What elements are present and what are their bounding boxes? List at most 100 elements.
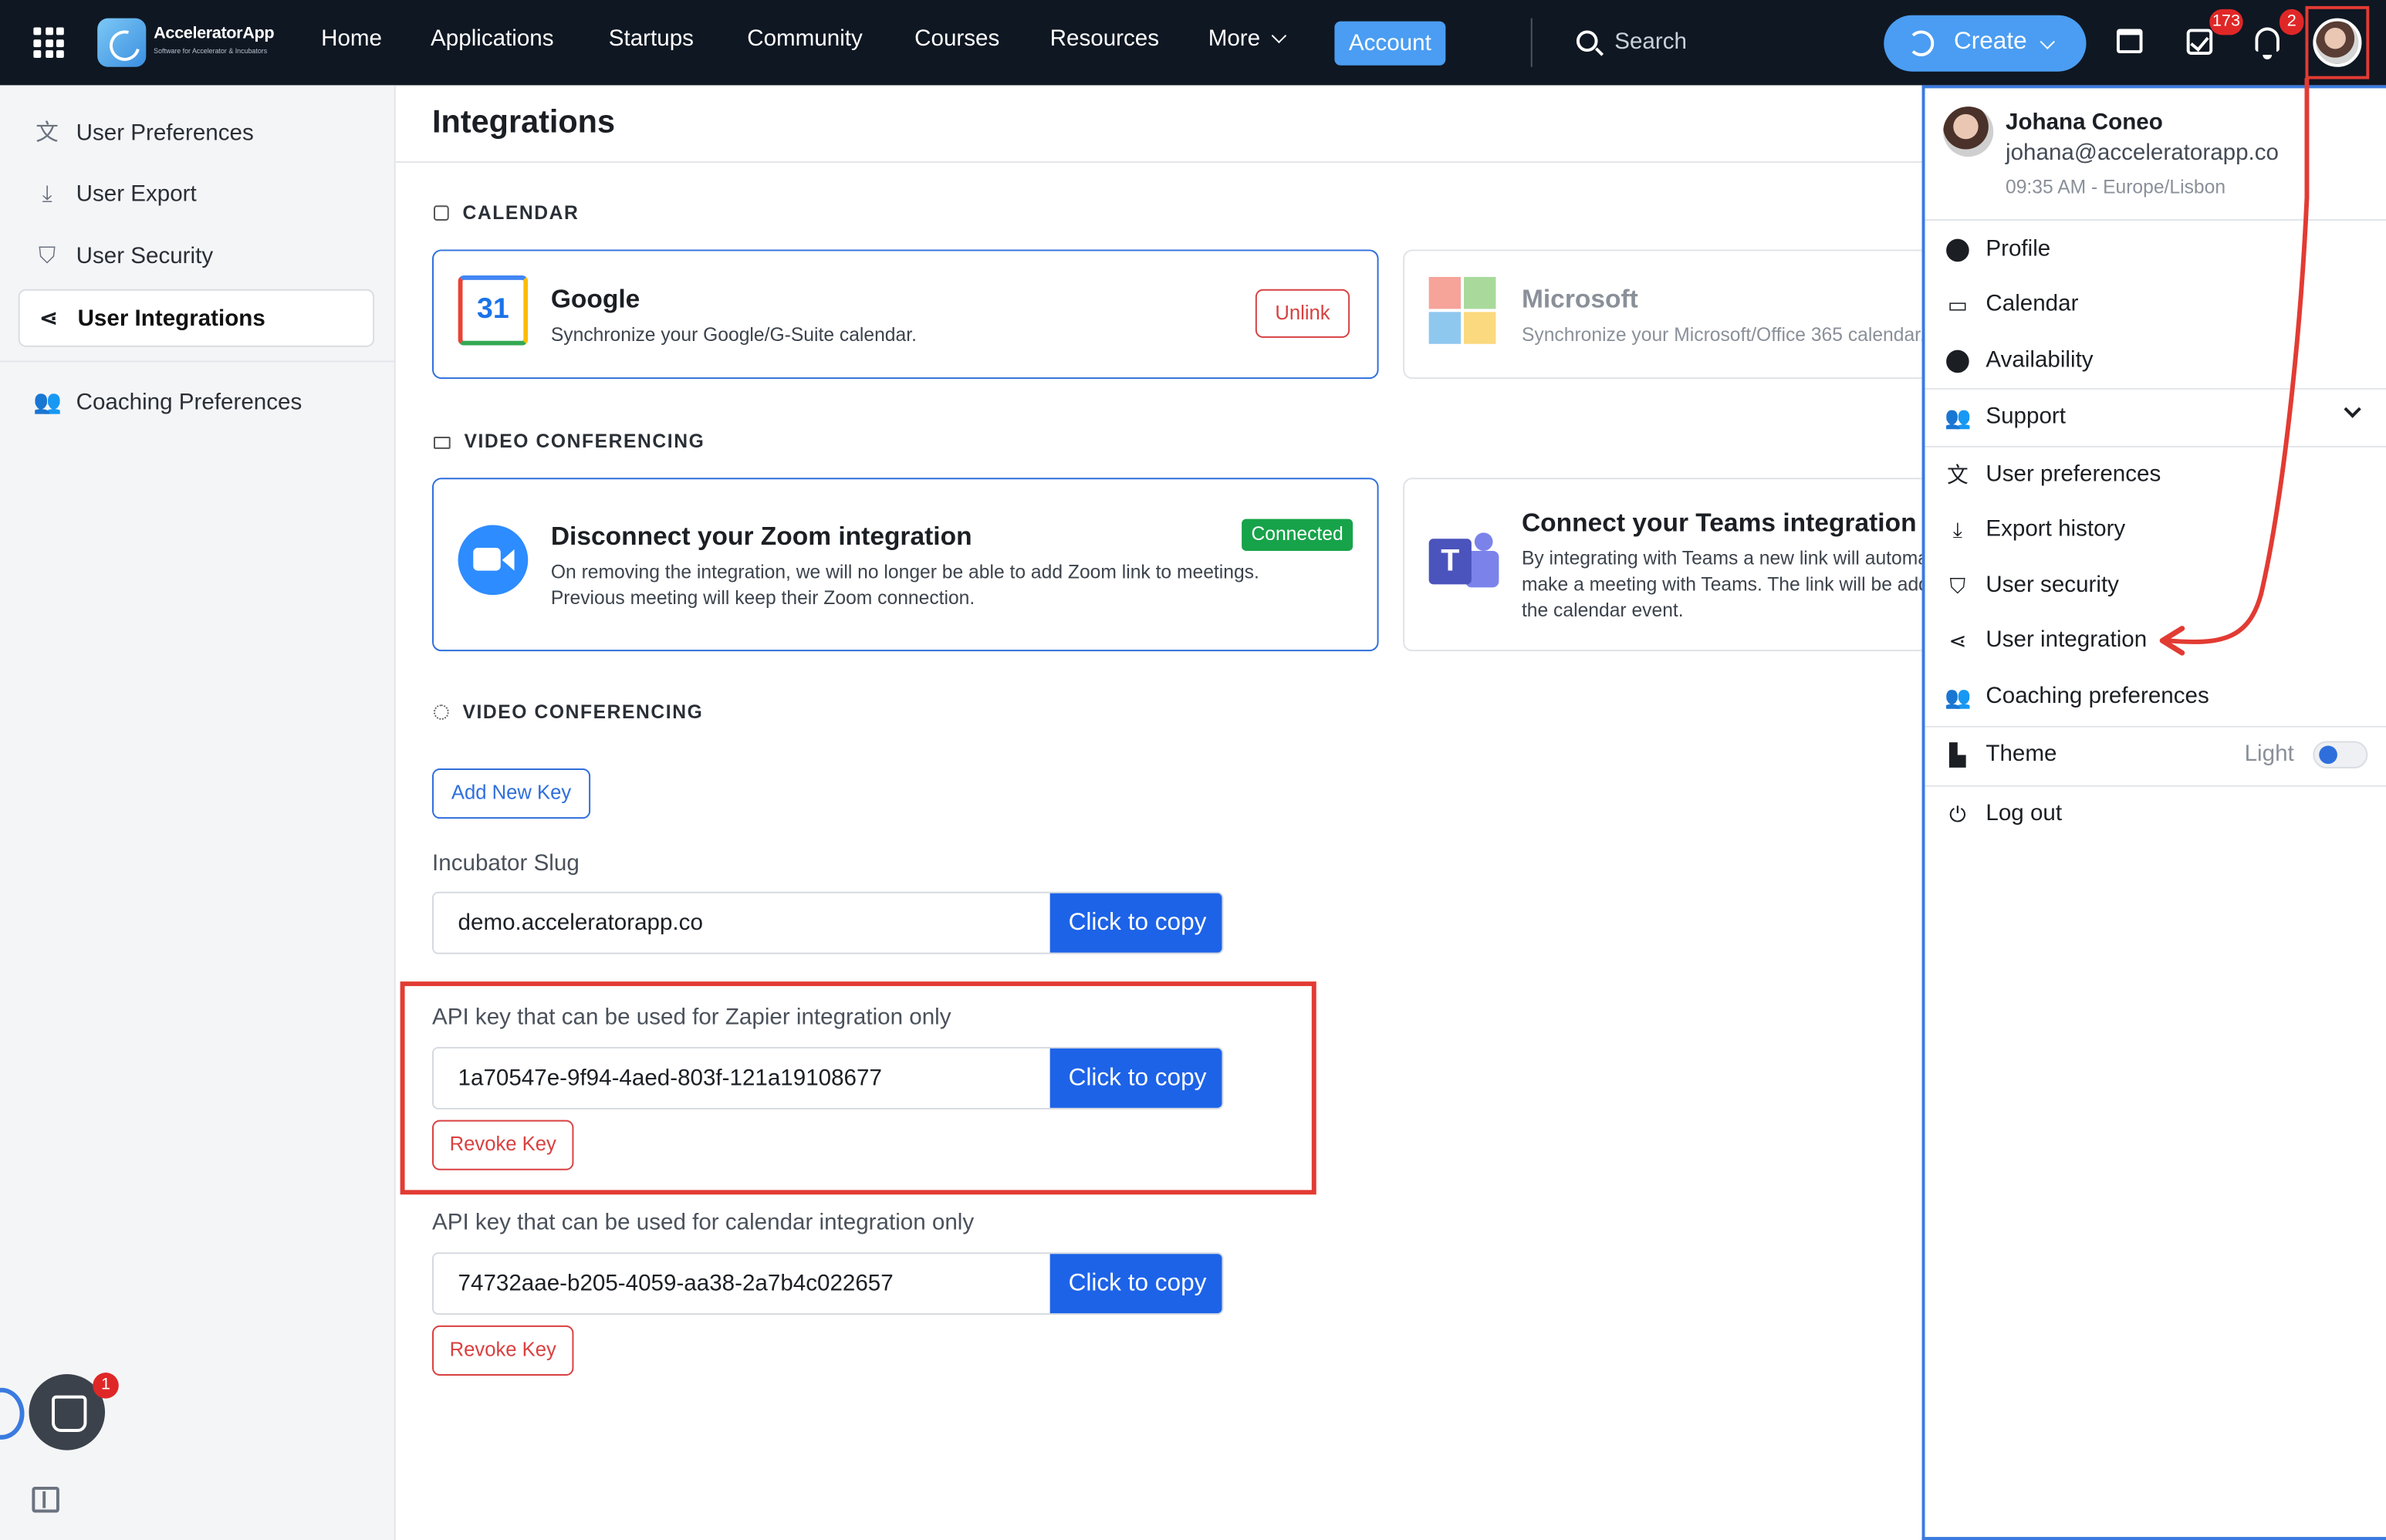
people-icon: 👥 bbox=[33, 389, 63, 416]
menu-item-label: Coaching preferences bbox=[1986, 683, 2209, 710]
menu-item-label: Calendar bbox=[1986, 290, 2079, 317]
chevron-down-icon bbox=[1272, 28, 1287, 44]
acceleratorapp-logo-icon[interactable] bbox=[97, 18, 147, 67]
brand-name: AcceleratorApp bbox=[154, 24, 275, 43]
revoke-calendar-key-button[interactable]: Revoke Key bbox=[432, 1325, 574, 1376]
sidebar-item-coaching-preferences[interactable]: 👥 Coaching Preferences bbox=[19, 374, 374, 432]
collapse-sidebar-icon[interactable] bbox=[32, 1486, 59, 1513]
shield-icon: ⛉ bbox=[39, 243, 56, 270]
menu-item-calendar[interactable]: ▭ Calendar bbox=[1925, 279, 2386, 330]
menu-item-user-security[interactable]: ⛉ User security bbox=[1925, 560, 2386, 612]
menu-item-label: User integration bbox=[1986, 626, 2148, 653]
sidebar-item-user-integrations[interactable]: ⋖ User Integrations bbox=[18, 289, 375, 347]
zoom-connected-badge: Connected bbox=[1242, 518, 1354, 551]
menu-item-user-preferences[interactable]: 文 User preferences bbox=[1925, 449, 2386, 501]
brand-tagline: Software for Accelerator & Incubators bbox=[154, 47, 268, 56]
menu-item-label: Availability bbox=[1986, 346, 2094, 373]
create-label: Create bbox=[1953, 29, 2027, 56]
tasks-count-badge: 173 bbox=[2209, 8, 2243, 35]
add-new-key-button[interactable]: Add New Key bbox=[432, 768, 591, 819]
menu-item-theme[interactable]: ▙ Theme Light bbox=[1925, 729, 2386, 781]
menu-item-export-history[interactable]: ⤓ Export history bbox=[1925, 504, 2386, 556]
nav-link-applications[interactable]: Applications bbox=[431, 26, 554, 52]
incubator-slug-field: Click to copy bbox=[432, 891, 1224, 954]
menu-item-log-out[interactable]: ⏻ Log out bbox=[1925, 789, 2386, 840]
teams-description-line-3: the calendar event. bbox=[1521, 599, 1684, 621]
calendar-key-label: API key that can be used for calendar in… bbox=[432, 1210, 975, 1236]
sidebar-divider bbox=[0, 360, 396, 363]
dropdown-user-timezone: 09:35 AM - Europe/Lisbon bbox=[2006, 176, 2226, 198]
nav-link-more[interactable]: More bbox=[1208, 26, 1287, 52]
unlink-google-button[interactable]: Unlink bbox=[1255, 289, 1350, 338]
menu-item-label: Profile bbox=[1986, 235, 2051, 262]
video-camera-icon bbox=[434, 437, 451, 449]
calendar-key-field: Click to copy bbox=[432, 1252, 1224, 1315]
share-node-icon: ⋖ bbox=[1948, 628, 1967, 653]
google-title: Google bbox=[550, 284, 640, 314]
chevron-down-icon bbox=[2040, 34, 2056, 50]
search-icon[interactable] bbox=[1576, 30, 1598, 52]
menu-item-availability[interactable]: Availability bbox=[1925, 335, 2386, 387]
sidebar-item-user-preferences[interactable]: 文 User Preferences bbox=[19, 105, 374, 163]
download-icon: ⤓ bbox=[1952, 517, 1963, 542]
account-button[interactable]: Account bbox=[1334, 21, 1446, 66]
nav-link-courses[interactable]: Courses bbox=[914, 26, 999, 52]
calendar-icon[interactable] bbox=[2116, 29, 2143, 54]
chat-unread-badge: 1 bbox=[93, 1373, 119, 1399]
google-calendar-card: 31 Google Synchronize your Google/G-Suit… bbox=[432, 249, 1379, 380]
incubator-slug-input[interactable] bbox=[434, 893, 1050, 953]
bell-icon[interactable] bbox=[2255, 27, 2280, 59]
sidebar-item-user-security[interactable]: ⛉ User Security bbox=[19, 228, 374, 286]
menu-item-coaching-preferences[interactable]: 👥 Coaching preferences bbox=[1925, 671, 2386, 723]
zoom-title[interactable]: Disconnect your Zoom integration bbox=[551, 522, 972, 552]
dropdown-divider bbox=[1925, 445, 2386, 447]
menu-item-label: User preferences bbox=[1986, 461, 2161, 488]
nav-link-community[interactable]: Community bbox=[747, 26, 863, 52]
sidebar-item-label: User Export bbox=[76, 181, 197, 208]
page-title: Integrations bbox=[432, 105, 616, 140]
calendar-key-input[interactable] bbox=[434, 1254, 1050, 1314]
microsoft-calendar-card[interactable]: Microsoft Synchronize your Microsoft/Off… bbox=[1403, 249, 1952, 380]
rocket-icon bbox=[1908, 30, 1935, 56]
theme-value: Light bbox=[2244, 741, 2294, 768]
menu-item-label: Log out bbox=[1986, 800, 2063, 826]
menu-item-support[interactable]: 👥 Support bbox=[1925, 391, 2386, 443]
nav-link-resources[interactable]: Resources bbox=[1050, 26, 1159, 52]
copy-calendar-key-button[interactable]: Click to copy bbox=[1049, 1254, 1222, 1314]
user-circle-icon bbox=[1945, 238, 1971, 264]
teams-logo-icon: T bbox=[1428, 529, 1499, 593]
tasks-checkbox-icon[interactable] bbox=[2186, 29, 2213, 56]
notifications-count-badge: 2 bbox=[2279, 8, 2304, 35]
copy-slug-button[interactable]: Click to copy bbox=[1049, 893, 1222, 953]
dropdown-divider bbox=[1925, 219, 2386, 221]
section-api-keys: VIDEO CONFERENCING bbox=[434, 701, 703, 723]
create-button[interactable]: Create bbox=[1884, 15, 2087, 72]
sidebar-item-user-export[interactable]: ⤓ User Export bbox=[19, 166, 374, 224]
google-calendar-icon: 31 bbox=[458, 275, 529, 346]
shield-icon: ⛉ bbox=[1949, 573, 1966, 599]
teams-integration-card[interactable]: T Connect your Teams integration By inte… bbox=[1403, 478, 1952, 652]
search-input[interactable]: Search bbox=[1614, 29, 1687, 55]
menu-item-user-integration[interactable]: ⋖ User integration bbox=[1925, 615, 2386, 667]
menu-item-profile[interactable]: Profile bbox=[1925, 224, 2386, 275]
palette-icon: ▙ bbox=[1949, 742, 1966, 768]
theme-toggle[interactable] bbox=[2313, 741, 2368, 769]
teams-title: Connect your Teams integration bbox=[1521, 508, 1917, 538]
user-menu-dropdown: Johana Coneo johana@acceleratorapp.co 09… bbox=[1921, 85, 2386, 1540]
annotation-avatar-highlight bbox=[2305, 5, 2370, 79]
microsoft-logo-icon bbox=[1428, 276, 1496, 344]
nav-link-startups[interactable]: Startups bbox=[609, 26, 694, 52]
nav-link-home[interactable]: Home bbox=[321, 26, 382, 52]
settings-sidebar: 文 User Preferences ⤓ User Export ⛉ User … bbox=[0, 85, 396, 1540]
section-calendar-label: CALENDAR bbox=[462, 202, 580, 224]
top-navigation-bar: AcceleratorApp Software for Accelerator … bbox=[0, 0, 2386, 86]
menu-item-label: Support bbox=[1986, 403, 2067, 430]
teams-description-line-1: By integrating with Teams a new link wil… bbox=[1521, 548, 1952, 569]
dropdown-user-email: johana@acceleratorapp.co bbox=[2006, 140, 2280, 166]
translate-icon: 文 bbox=[1947, 462, 1969, 488]
share-node-icon: ⋖ bbox=[39, 306, 59, 332]
microsoft-title: Microsoft bbox=[1521, 284, 1638, 314]
nav-divider bbox=[1530, 18, 1533, 67]
power-icon: ⏻ bbox=[1948, 802, 1966, 826]
app-grid-icon[interactable] bbox=[33, 27, 64, 58]
